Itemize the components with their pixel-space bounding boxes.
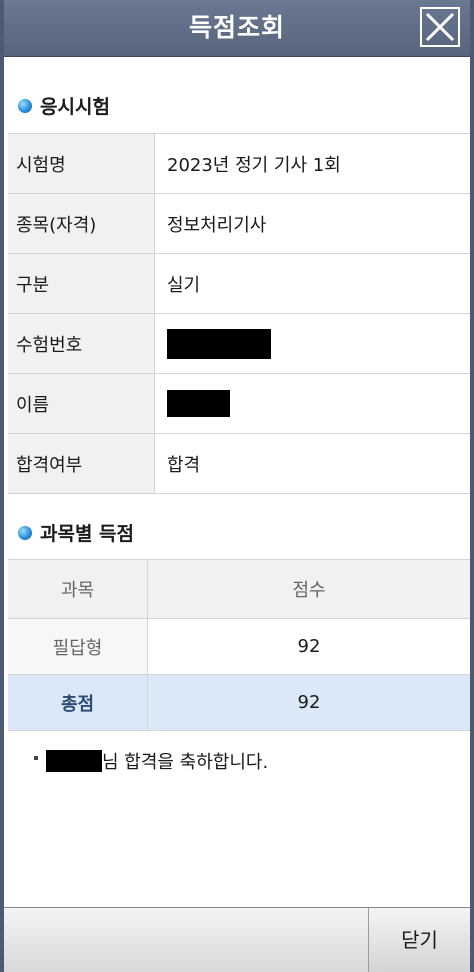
score-dialog: 득점조회 응시시험 시험명 2023년 정기 기사 1회 종목(자격) 정보처리… <box>0 0 474 972</box>
congrats-text: 님 합격을 축하합니다. <box>102 752 269 773</box>
name-value <box>154 373 470 434</box>
name-label: 이름 <box>8 373 155 434</box>
table-header-row: 과목 점수 <box>8 559 470 619</box>
redacted-block <box>167 390 230 417</box>
bullet-icon <box>18 525 32 540</box>
title-bar: 득점조회 <box>4 0 470 57</box>
exam-section-title: 응시시험 <box>40 96 110 118</box>
pass-status-label: 합격여부 <box>8 433 155 494</box>
subject-column-header: 과목 <box>8 559 148 619</box>
exam-number-label: 수험번호 <box>8 313 155 374</box>
category-value: 실기 <box>154 253 470 314</box>
score-section-title: 과목별 득점 <box>40 523 135 545</box>
exam-info-table: 시험명 2023년 정기 기사 1회 종목(자격) 정보처리기사 구분 실기 수… <box>8 133 470 494</box>
close-dialog-button[interactable]: 닫기 <box>369 908 470 972</box>
pass-status-value: 합격 <box>154 433 470 494</box>
exam-section-heading: 응시시험 <box>18 92 110 119</box>
table-row: 이름 <box>8 373 470 434</box>
category-label: 구분 <box>8 253 155 314</box>
bottom-bar: 닫기 <box>4 907 470 972</box>
redacted-block <box>167 328 271 359</box>
qualification-label: 종목(자격) <box>8 193 155 254</box>
close-button[interactable] <box>420 7 460 47</box>
table-row: 합격여부 합격 <box>8 433 470 494</box>
score-cell: 92 <box>147 618 470 675</box>
table-row: 시험명 2023년 정기 기사 1회 <box>8 133 470 194</box>
score-section-heading: 과목별 득점 <box>18 519 134 546</box>
redacted-block <box>46 750 102 772</box>
bullet-icon <box>18 98 32 113</box>
total-row: 총점 92 <box>8 674 470 731</box>
qualification-value: 정보처리기사 <box>154 193 470 254</box>
exam-name-value: 2023년 정기 기사 1회 <box>154 133 470 194</box>
close-icon <box>425 12 455 42</box>
table-row: 종목(자격) 정보처리기사 <box>8 193 470 254</box>
table-row: 필답형 92 <box>8 618 470 675</box>
dialog-title: 득점조회 <box>188 13 285 42</box>
congrats-message: 님 합격을 축하합니다. <box>34 748 268 774</box>
exam-number-value <box>154 313 470 374</box>
bottom-bar-spacer <box>4 908 369 972</box>
table-row: 구분 실기 <box>8 253 470 314</box>
table-row: 수험번호 <box>8 313 470 374</box>
bullet-dot <box>34 756 38 760</box>
total-score: 92 <box>147 674 470 731</box>
exam-name-label: 시험명 <box>8 133 155 194</box>
score-table: 과목 점수 필답형 92 총점 92 <box>8 559 470 731</box>
subject-cell: 필답형 <box>8 618 148 675</box>
total-label: 총점 <box>8 674 148 731</box>
score-column-header: 점수 <box>147 559 470 619</box>
